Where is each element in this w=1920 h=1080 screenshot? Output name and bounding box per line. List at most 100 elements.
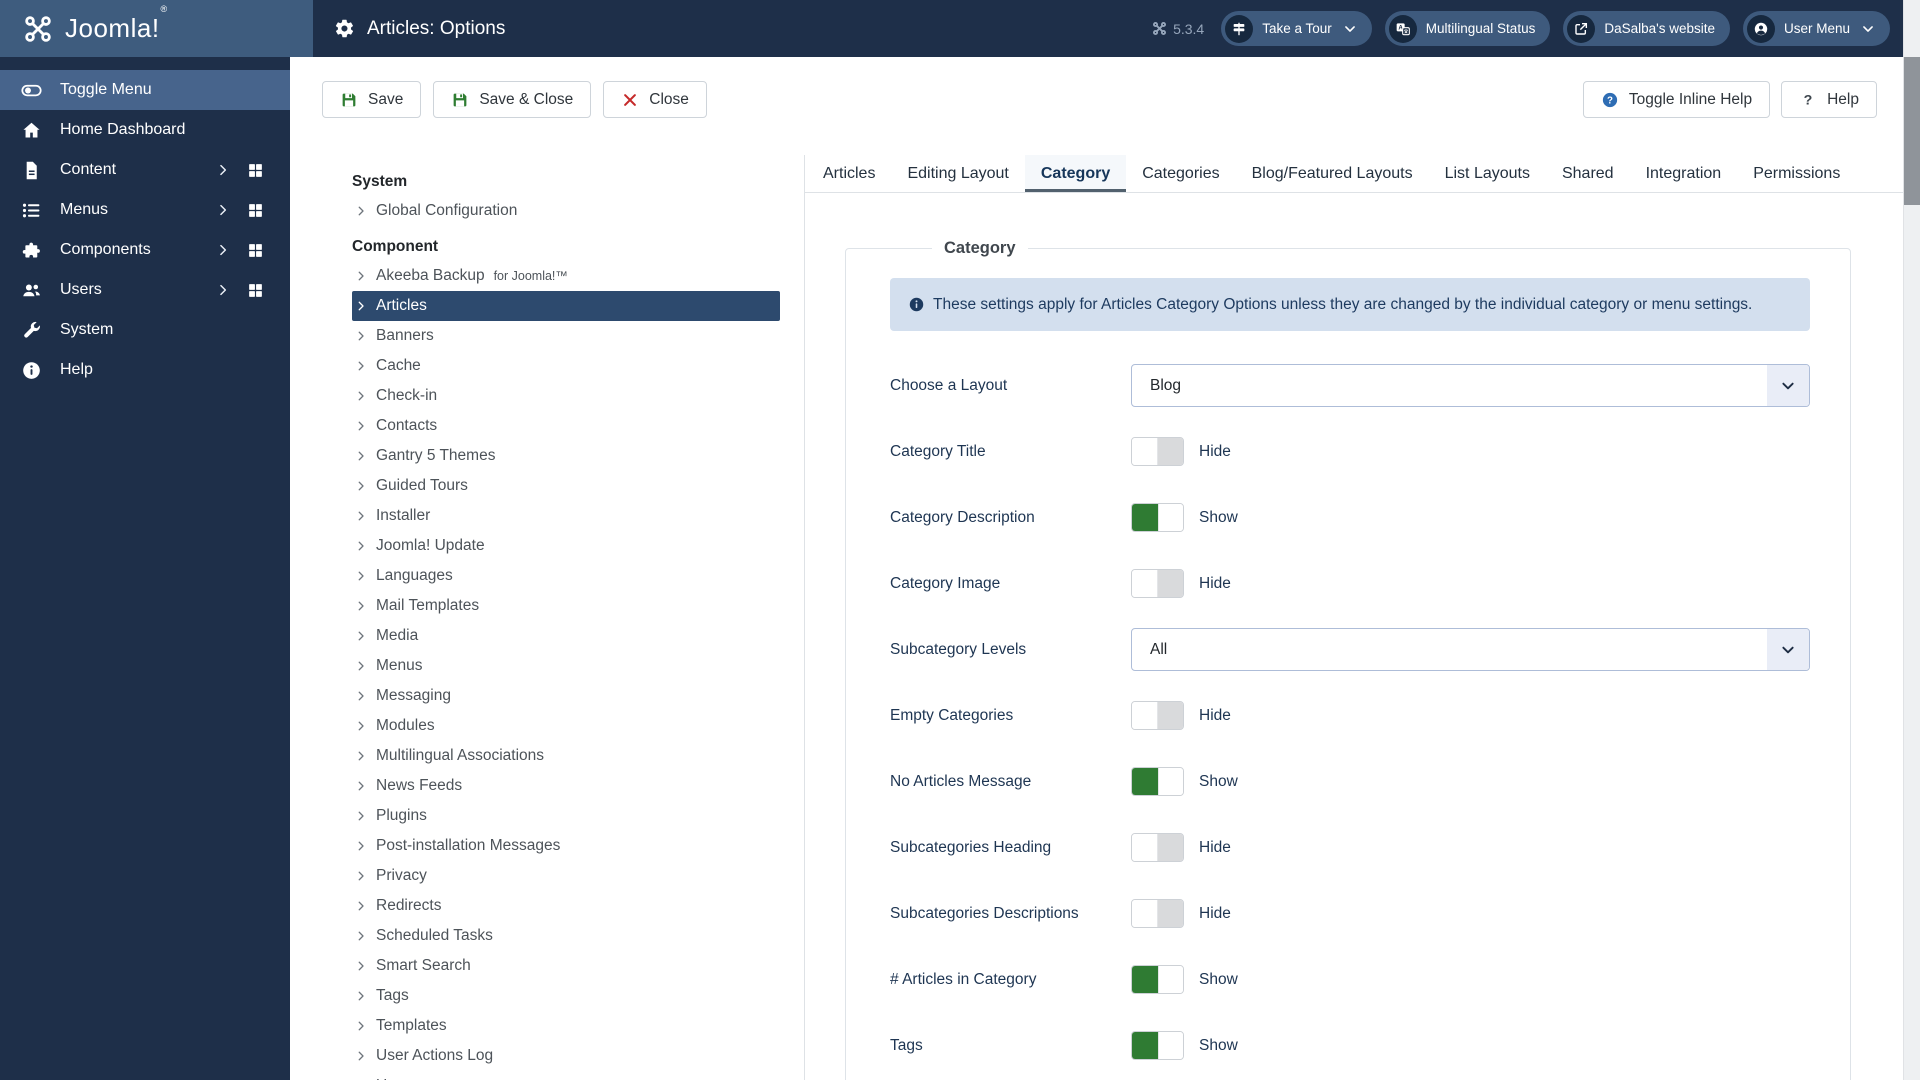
sidebar-item-content[interactable]: Content: [0, 150, 290, 190]
sidebar-item-extras: [216, 162, 264, 179]
tab-category[interactable]: Category: [1024, 155, 1127, 192]
tab-articles[interactable]: Articles: [807, 155, 891, 192]
subcategory-levels-select[interactable]: All: [1131, 628, 1810, 671]
options-item-modules[interactable]: Modules: [352, 711, 780, 741]
joomla-logo[interactable]: Joomla!®: [0, 0, 313, 57]
multilingual-status-pill[interactable]: A Multilingual Status: [1384, 11, 1551, 46]
tags-toggle[interactable]: [1131, 1031, 1184, 1060]
category-image-toggle[interactable]: [1131, 569, 1184, 598]
field-row-choose-a-layout: Choose a Layout Blog: [890, 364, 1810, 407]
options-item-redirects[interactable]: Redirects: [352, 891, 780, 921]
options-item-multilingual-associations[interactable]: Multilingual Associations: [352, 741, 780, 771]
options-item-post-installation-messages[interactable]: Post-installation Messages: [352, 831, 780, 861]
grid-icon[interactable]: [247, 242, 264, 259]
toggle-inline-help-button[interactable]: ? Toggle Inline Help: [1582, 81, 1771, 118]
field-control: Hide: [1131, 437, 1810, 466]
sidebar-item-components[interactable]: Components: [0, 230, 290, 270]
select-caret: [1767, 365, 1809, 406]
chevron-right-icon: [355, 990, 367, 1002]
sidebar-item-help[interactable]: Help: [0, 350, 290, 390]
options-item-articles[interactable]: Articles: [352, 291, 780, 321]
alert-text: These settings apply for Articles Catego…: [933, 296, 1753, 313]
options-item-mail-templates[interactable]: Mail Templates: [352, 591, 780, 621]
joomla-logo-icon: [23, 14, 53, 44]
options-item-label: Menus: [376, 657, 423, 674]
tab-shared[interactable]: Shared: [1546, 155, 1630, 192]
options-item-messaging[interactable]: Messaging: [352, 681, 780, 711]
options-item-smart-search[interactable]: Smart Search: [352, 951, 780, 981]
version-number: 5.3.4: [1173, 20, 1205, 37]
field-control: Show: [1131, 965, 1810, 994]
save-close-button[interactable]: Save & Close: [433, 81, 592, 118]
tab-blog-featured-layouts[interactable]: Blog/Featured Layouts: [1236, 155, 1429, 192]
options-item-label: Multilingual Associations: [376, 747, 545, 764]
tab-editing-layout[interactable]: Editing Layout: [891, 155, 1024, 192]
options-item-contacts[interactable]: Contacts: [352, 411, 780, 441]
options-item-user-actions-log[interactable]: User Actions Log: [352, 1041, 780, 1071]
sidebar-item-menus[interactable]: Menus: [0, 190, 290, 230]
tab-categories[interactable]: Categories: [1126, 155, 1235, 192]
options-item-banners[interactable]: Banners: [352, 321, 780, 351]
options-item-installer[interactable]: Installer: [352, 501, 780, 531]
sidebar-item-toggle-menu[interactable]: Toggle Menu: [0, 70, 290, 110]
options-item-users[interactable]: Users: [352, 1071, 780, 1080]
options-item-menus[interactable]: Menus: [352, 651, 780, 681]
options-item-gantry-5-themes[interactable]: Gantry 5 Themes: [352, 441, 780, 471]
subcategories-heading-toggle[interactable]: [1131, 833, 1184, 862]
chevron-right-icon: [355, 450, 367, 462]
help-button[interactable]: ? Help: [1781, 81, 1877, 118]
options-item-privacy[interactable]: Privacy: [352, 861, 780, 891]
pill-label: Multilingual Status: [1425, 21, 1536, 36]
options-item-check-in[interactable]: Check-in: [352, 381, 780, 411]
tab-integration[interactable]: Integration: [1630, 155, 1738, 192]
chevron-right-icon: [216, 163, 230, 177]
empty-categories-toggle[interactable]: [1131, 701, 1184, 730]
save-button[interactable]: Save: [322, 81, 422, 118]
subcategories-descriptions-toggle[interactable]: [1131, 899, 1184, 928]
options-item-guided-tours[interactable]: Guided Tours: [352, 471, 780, 501]
scrollbar-thumb[interactable]: [1904, 57, 1920, 205]
external-link-icon: [1573, 21, 1589, 37]
options-item-news-feeds[interactable]: News Feeds: [352, 771, 780, 801]
options-item-label: Articles: [376, 297, 427, 314]
take-a-tour-pill[interactable]: Take a Tour: [1221, 11, 1372, 46]
options-item-joomla-update[interactable]: Joomla! Update: [352, 531, 780, 561]
options-item-scheduled-tasks[interactable]: Scheduled Tasks: [352, 921, 780, 951]
options-item-global-configuration[interactable]: Global Configuration: [352, 196, 780, 226]
field-row-empty-categories: Empty Categories Hide: [890, 694, 1810, 737]
user-menu-pill[interactable]: User Menu: [1742, 11, 1890, 46]
sidebar-item-home-dashboard[interactable]: Home Dashboard: [0, 110, 290, 150]
options-item-media[interactable]: Media: [352, 621, 780, 651]
category-title-toggle[interactable]: [1131, 437, 1184, 466]
field-control: Hide: [1131, 569, 1810, 598]
options-item-tags[interactable]: Tags: [352, 981, 780, 1011]
sidebar-item-system[interactable]: System: [0, 310, 290, 350]
options-item-akeeba-backup[interactable]: Akeeba Backup for Joomla!™: [352, 261, 780, 291]
tab-list-layouts[interactable]: List Layouts: [1429, 155, 1546, 192]
options-item-languages[interactable]: Languages: [352, 561, 780, 591]
grid-icon[interactable]: [247, 202, 264, 219]
grid-icon[interactable]: [247, 282, 264, 299]
category-description-toggle[interactable]: [1131, 503, 1184, 532]
choose-a-layout-select[interactable]: Blog: [1131, 364, 1810, 407]
external-link-icon-circle: [1567, 14, 1596, 43]
options-item-label: Contacts: [376, 417, 438, 434]
close-button[interactable]: Close: [603, 81, 707, 118]
sidebar-item-users[interactable]: Users: [0, 270, 290, 310]
chevron-right-icon: [355, 420, 367, 432]
tab-permissions[interactable]: Permissions: [1737, 155, 1856, 192]
field-row-category-title: Category Title Hide: [890, 430, 1810, 473]
chevron-down-icon: [1780, 642, 1796, 658]
options-item-label: Redirects: [376, 897, 442, 914]
field-row-subcategories-heading: Subcategories Heading Hide: [890, 826, 1810, 869]
scrollbar-track[interactable]: [1903, 0, 1920, 1080]
options-item-templates[interactable]: Templates: [352, 1011, 780, 1041]
gear-icon: [334, 18, 355, 39]
grid-icon[interactable]: [247, 162, 264, 179]
puzzle-icon: [21, 240, 42, 261]
no-articles-message-toggle[interactable]: [1131, 767, 1184, 796]
options-item-plugins[interactable]: Plugins: [352, 801, 780, 831]
dasalba-s-website-pill[interactable]: DaSalba's website: [1563, 11, 1730, 46]
options-item-cache[interactable]: Cache: [352, 351, 780, 381]
articles-in-category-toggle[interactable]: [1131, 965, 1184, 994]
